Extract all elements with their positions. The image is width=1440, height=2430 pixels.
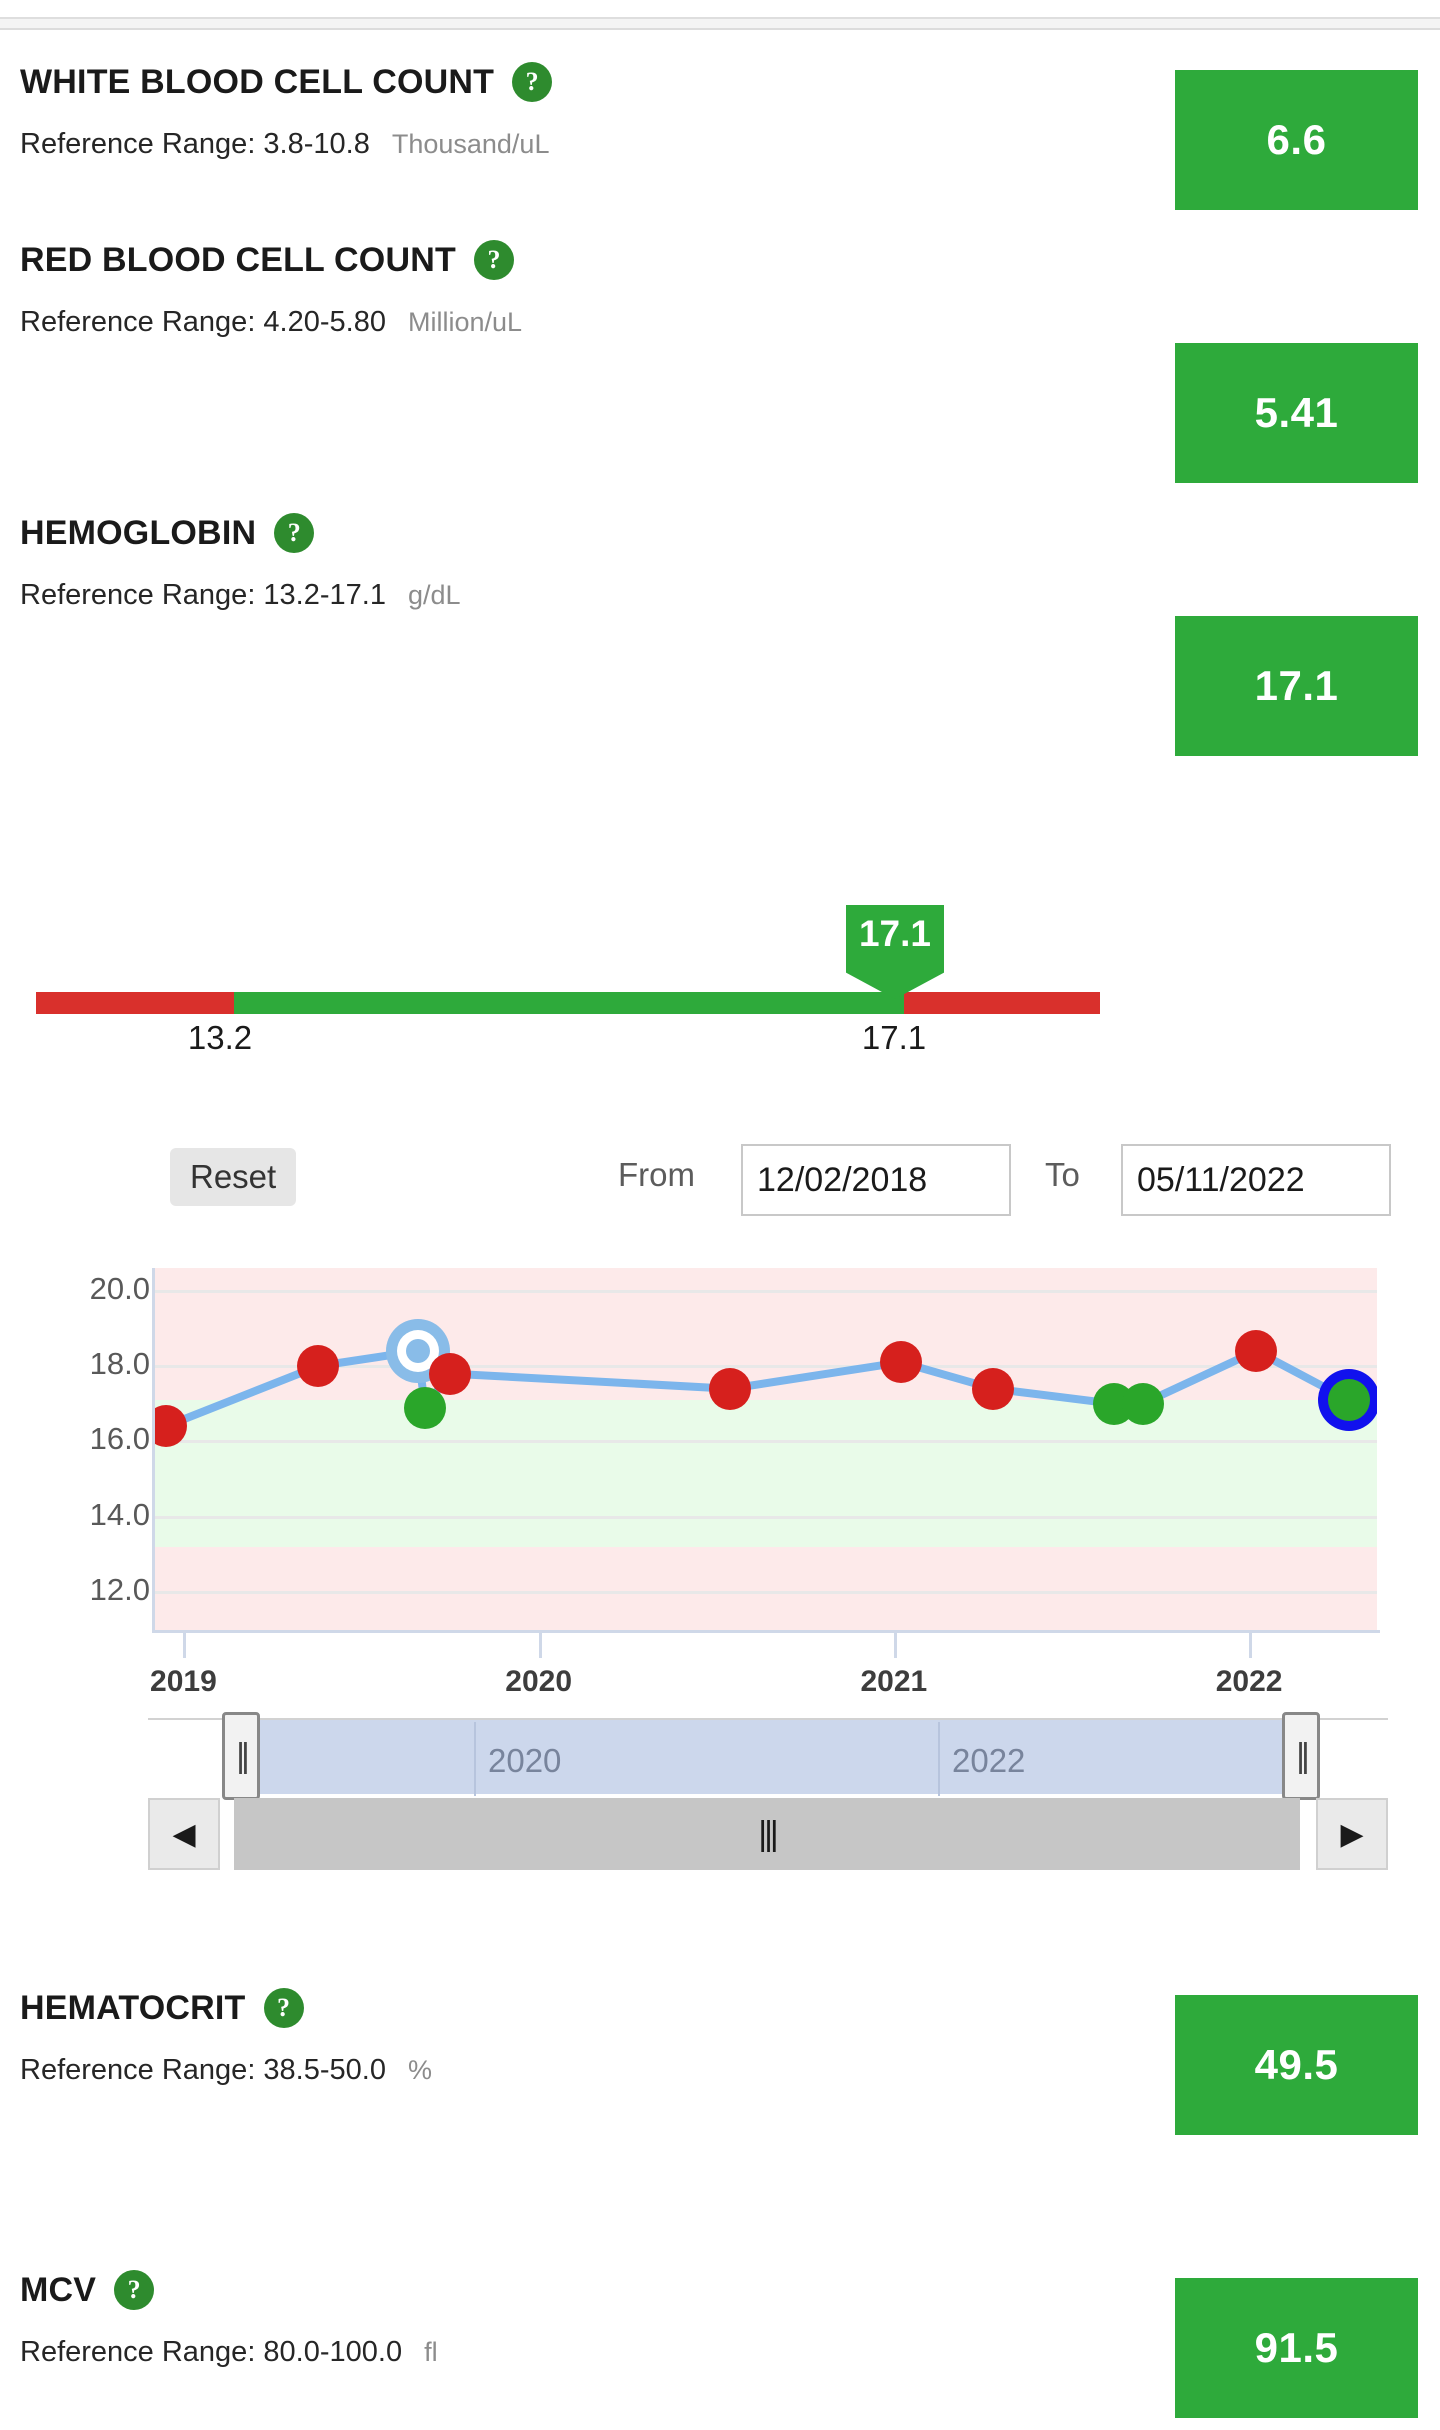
test-name-label: HEMOGLOBIN xyxy=(20,514,257,552)
value-text: 49.5 xyxy=(1254,2041,1339,2088)
data-point-out-of-range[interactable] xyxy=(428,1352,471,1395)
data-point-out-of-range[interactable] xyxy=(1235,1329,1278,1372)
test-name-label: RED BLOOD CELL COUNT xyxy=(20,241,456,279)
range-segment-low xyxy=(36,992,234,1014)
data-point-out-of-range[interactable] xyxy=(709,1367,752,1410)
reference-range-label: Reference Range: 4.20-5.80 xyxy=(20,306,386,338)
scrollbar-thumb[interactable]: ||| xyxy=(234,1798,1300,1870)
from-label: From xyxy=(618,1156,695,1193)
status-badge: 6.6 xyxy=(1175,70,1418,210)
scroll-left-arrow-icon[interactable]: ◀ xyxy=(148,1798,220,1870)
y-axis-tick-label: 18.0 xyxy=(89,1346,150,1382)
x-axis-tick-label: 2021 xyxy=(860,1665,928,1698)
marker-core xyxy=(1327,1378,1370,1421)
reset-button[interactable]: Reset xyxy=(170,1148,297,1206)
reference-range-line: Reference Range: 4.20-5.80 Million/uL xyxy=(0,306,1440,339)
value-text: 6.6 xyxy=(1266,116,1327,163)
navigator-scrollbar[interactable]: ◀ ||| ▶ xyxy=(148,1798,1388,1870)
unit-label: g/dL xyxy=(407,580,461,610)
x-axis-tick-mark xyxy=(1249,1630,1253,1658)
test-header: HEMOGLOBIN ? xyxy=(0,513,1440,553)
reference-range-label: Reference Range: 80.0-100.0 xyxy=(20,2336,403,2368)
series-line xyxy=(161,1347,1353,1431)
chart-navigator[interactable]: 2020 2022 || || ◀ ||| ▶ xyxy=(0,1712,1440,1898)
x-axis-tick-mark xyxy=(893,1630,897,1658)
reference-range-label: Reference Range: 38.5-50.0 xyxy=(20,2054,386,2086)
unit-label: Million/uL xyxy=(407,307,523,337)
x-axis-tick-label: 2019 xyxy=(150,1665,217,1698)
question-mark-icon[interactable]: ? xyxy=(263,1988,304,2028)
value-text: 5.41 xyxy=(1254,389,1339,436)
unit-label: Thousand/uL xyxy=(391,129,550,159)
data-point-in-range[interactable] xyxy=(1121,1382,1164,1425)
data-point-out-of-range[interactable] xyxy=(879,1341,922,1384)
reference-range-label: Reference Range: 3.8-10.8 xyxy=(20,128,370,160)
range-high-tick-label: 17.1 xyxy=(861,1019,927,1056)
question-mark-icon[interactable]: ? xyxy=(114,2270,155,2310)
current-value-marker: 17.1 xyxy=(846,905,944,999)
test-name-label: MCV xyxy=(20,2271,97,2309)
top-divider-lower xyxy=(0,28,1440,30)
data-point-out-of-range[interactable] xyxy=(972,1367,1015,1410)
navigator-handle-right[interactable]: || xyxy=(1282,1712,1320,1800)
to-date-input[interactable] xyxy=(1121,1144,1391,1216)
range-low-tick-label: 13.2 xyxy=(187,1019,253,1056)
lab-results-page: WHITE BLOOD CELL COUNT ? Reference Range… xyxy=(0,0,1440,2430)
reference-range-bar-widget: 17.1 13.2 17.1 xyxy=(0,905,1440,1056)
test-row-hemoglobin: HEMOGLOBIN ? Reference Range: 13.2-17.1 … xyxy=(0,513,1440,612)
status-badge: 5.41 xyxy=(1175,343,1418,483)
question-mark-icon[interactable]: ? xyxy=(512,62,553,102)
x-axis-tick-mark xyxy=(538,1630,542,1658)
reference-range-label: Reference Range: 13.2-17.1 xyxy=(20,579,386,611)
navigator-handle-left[interactable]: || xyxy=(222,1712,260,1800)
from-date-input[interactable] xyxy=(741,1144,1011,1216)
x-axis-tick-label: 2020 xyxy=(505,1665,573,1698)
data-point-out-of-range[interactable] xyxy=(297,1345,340,1388)
to-label: To xyxy=(1045,1156,1080,1193)
test-row-rbc: RED BLOOD CELL COUNT ? Reference Range: … xyxy=(0,240,1440,339)
navigator-year-label: 2022 xyxy=(952,1742,1026,1779)
x-axis-tick-mark xyxy=(183,1630,187,1658)
y-axis-tick-label: 20.0 xyxy=(89,1270,150,1306)
data-point-latest[interactable] xyxy=(1317,1368,1377,1431)
marker-core xyxy=(405,1338,430,1363)
value-text: 17.1 xyxy=(1254,662,1339,709)
unit-label: fl xyxy=(424,2337,438,2367)
top-band xyxy=(0,19,1440,28)
question-mark-icon[interactable]: ? xyxy=(473,240,514,280)
navigator-selected-range[interactable]: 2020 2022 xyxy=(238,1720,1300,1796)
chart-plot-area[interactable] xyxy=(155,1268,1377,1630)
navigator-year-divider xyxy=(474,1722,476,1796)
marker-value-text: 17.1 xyxy=(858,913,931,954)
reference-range-line: Reference Range: 13.2-17.1 g/dL xyxy=(0,579,1440,612)
scroll-right-arrow-icon[interactable]: ▶ xyxy=(1316,1798,1388,1870)
navigator-year-label: 2020 xyxy=(488,1742,562,1779)
data-point-in-range[interactable] xyxy=(403,1386,446,1429)
x-axis-tick-label: 2022 xyxy=(1215,1665,1283,1698)
y-axis-tick-label: 12.0 xyxy=(89,1572,150,1608)
status-badge: 91.5 xyxy=(1175,2278,1418,2418)
range-bar xyxy=(36,992,1100,1014)
value-text: 91.5 xyxy=(1254,2324,1339,2371)
test-header: RED BLOOD CELL COUNT ? xyxy=(0,240,1440,280)
chart-date-controls: Reset From To xyxy=(0,1142,1440,1222)
unit-label: % xyxy=(407,2055,432,2085)
test-name-label: WHITE BLOOD CELL COUNT xyxy=(20,63,495,101)
navigator-year-divider xyxy=(938,1722,940,1796)
range-segment-high xyxy=(904,992,1100,1014)
y-axis-tick-label: 14.0 xyxy=(89,1496,150,1532)
status-badge: 17.1 xyxy=(1175,616,1418,756)
test-name-label: HEMATOCRIT xyxy=(20,1989,246,2027)
y-axis-tick-label: 16.0 xyxy=(89,1421,150,1457)
x-axis-line xyxy=(152,1630,1380,1633)
status-badge: 49.5 xyxy=(1175,1995,1418,2135)
question-mark-icon[interactable]: ? xyxy=(274,513,315,553)
hemoglobin-trend-chart[interactable]: 20.0 18.0 16.0 14.0 12.0 2019 2020 2021 2022 xyxy=(0,1255,1440,1715)
